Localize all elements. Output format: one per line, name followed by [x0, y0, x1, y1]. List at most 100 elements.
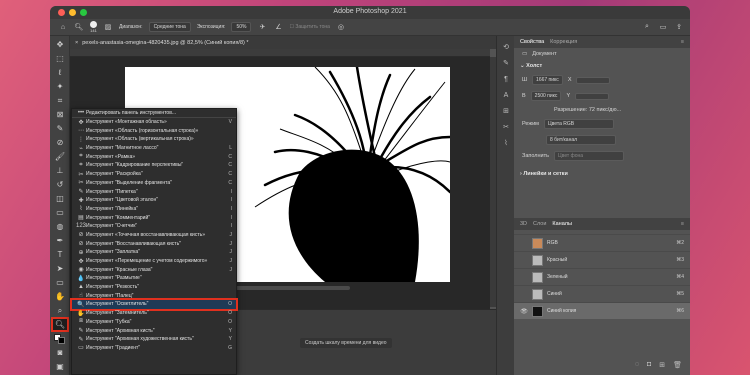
canvas-section[interactable]: ⌄ Холст: [514, 60, 690, 72]
channel-row[interactable]: Зеленый ⌘4: [514, 268, 690, 285]
fill-select[interactable]: Цвет фона: [554, 151, 625, 161]
flyout-menu-item[interactable]: ✋ Инструмент "Затемнитель" O: [72, 309, 236, 318]
dodge-tool-preset-icon[interactable]: 🔍︎: [74, 22, 84, 32]
channel-row[interactable]: 👁︎ Синий копия ⌘6: [514, 302, 690, 319]
flyout-menu-item[interactable]: ⋯ Инструмент «Область (горизонтальная стр…: [72, 126, 236, 135]
healing-tool-icon[interactable]: ⊘: [53, 137, 67, 148]
visibility-eye-icon[interactable]: 👁︎: [520, 308, 528, 315]
mode-select[interactable]: Цвета RGB: [543, 119, 614, 129]
flyout-menu-item[interactable]: ▤ Инструмент "Комментарий" I: [72, 213, 236, 222]
rulers-section[interactable]: › Линейки и сетки: [514, 168, 690, 180]
home-icon[interactable]: ⌂: [58, 22, 68, 32]
flyout-menu-item[interactable]: ✥ Инструмент «Перемещение с учетом содерж…: [72, 257, 236, 266]
height-field[interactable]: 2500 пикс: [530, 91, 562, 101]
exposure-field[interactable]: 50%: [231, 22, 252, 32]
channel-row[interactable]: Синий ⌘5: [514, 285, 690, 302]
flyout-menu-item[interactable]: 123 Инструмент "Счетчик" I: [72, 222, 236, 231]
hand-tool-icon[interactable]: ✋: [53, 291, 67, 302]
tab-layers[interactable]: Слои: [533, 221, 546, 227]
lasso-tool-icon[interactable]: ℓ: [53, 67, 67, 78]
channels-menu-icon[interactable]: ≡: [681, 221, 684, 227]
flyout-menu-item[interactable]: ⋮ Инструмент «Область (вертикальная строк…: [72, 135, 236, 144]
move-tool-icon[interactable]: ✥: [53, 39, 67, 50]
workspace-icon[interactable]: ▭: [658, 22, 668, 32]
horizontal-scrollbar[interactable]: [230, 286, 350, 290]
document-tab[interactable]: pexels-anastasia-omegina-4820435.jpg @ 8…: [82, 40, 248, 46]
close-tab-icon[interactable]: ×: [75, 40, 78, 46]
history-brush-tool-icon[interactable]: ↺: [53, 179, 67, 190]
flyout-menu-item[interactable]: ✥ Инструмент «Монтажная область» V: [72, 118, 236, 127]
tools-panel-icon[interactable]: ✂: [501, 122, 511, 132]
flyout-menu-item[interactable]: ⌗ Инструмент "Кадрирование перспективы" C: [72, 161, 236, 170]
path-select-tool-icon[interactable]: ➤: [53, 263, 67, 274]
flyout-menu-item[interactable]: ⌗ Инструмент «Рамка» C: [72, 152, 236, 161]
new-channel-icon[interactable]: ⊞: [659, 361, 665, 369]
brush-panel-icon[interactable]: ✎: [501, 58, 511, 68]
flyout-menu-item[interactable]: ✎ Инструмент "Архивная кисть" Y: [72, 326, 236, 335]
flyout-menu-item[interactable]: ⊘ Инструмент «Точечная восстанавливающая …: [72, 231, 236, 240]
quick-select-tool-icon[interactable]: ✦: [53, 81, 67, 92]
share-icon[interactable]: ⇪: [674, 22, 684, 32]
zoom-tool-icon[interactable]: ⌕: [53, 305, 67, 316]
channel-row[interactable]: Красный ⌘3: [514, 251, 690, 268]
flyout-menu-item[interactable]: ✂ Инструмент "Раскройка" C: [72, 170, 236, 179]
pen-tool-icon[interactable]: ✒: [53, 235, 67, 246]
flyout-menu-item[interactable]: ⊘ Инструмент "Восстанавливающая кисть" J: [72, 239, 236, 248]
blur-tool-icon[interactable]: ◍: [53, 221, 67, 232]
flyout-menu-item[interactable]: 🔍 Инструмент "Осветлитель" O: [70, 298, 238, 311]
frame-tool-icon[interactable]: ⊠: [53, 109, 67, 120]
eyedropper-tool-icon[interactable]: ✎: [53, 123, 67, 134]
save-selection-icon[interactable]: ◘: [647, 361, 651, 369]
protect-tones-checkbox[interactable]: ☐ Защитить тона: [289, 24, 330, 30]
tab-3d[interactable]: 3D: [520, 221, 527, 227]
search-icon[interactable]: ⌕: [642, 22, 652, 32]
flyout-menu-item[interactable]: ☝ Инструмент "Палец": [72, 291, 236, 300]
paths-panel-icon[interactable]: ⌇: [501, 138, 511, 148]
type-tool-icon[interactable]: T: [53, 249, 67, 260]
airbrush-icon[interactable]: ✈: [257, 22, 267, 32]
width-field[interactable]: 1667 пикс: [532, 75, 563, 85]
channel-row[interactable]: RGB ⌘2: [514, 234, 690, 251]
eraser-tool-icon[interactable]: ◫: [53, 193, 67, 204]
delete-channel-icon[interactable]: 🗑︎: [673, 361, 682, 369]
tab-adjustments[interactable]: Коррекция: [550, 39, 577, 45]
flyout-menu-item[interactable]: ✎ Инструмент "Пипетка" I: [72, 187, 236, 196]
dodge-tool-icon[interactable]: 🔍︎: [51, 317, 69, 332]
color-swatches-icon[interactable]: [53, 333, 67, 344]
flyout-menu-item[interactable]: 💧 Инструмент "Размытие": [72, 274, 236, 283]
load-selection-icon[interactable]: ◌: [635, 361, 639, 369]
flyout-menu-item[interactable]: ▭ Инструмент "Градиент" G: [72, 344, 236, 353]
tab-channels[interactable]: Каналы: [552, 221, 572, 227]
brush-settings-icon[interactable]: ▨: [103, 22, 113, 32]
crop-tool-icon[interactable]: ⌗: [53, 95, 67, 106]
flyout-menu-item[interactable]: ✎ Инструмент "Архивная художественная кис…: [72, 335, 236, 344]
flyout-menu-item[interactable]: ••• Редактировать панель инструментов...: [72, 109, 236, 118]
angle-icon[interactable]: ∠: [273, 22, 283, 32]
depth-select[interactable]: 8 бит/канал: [546, 135, 616, 145]
flyout-menu-item[interactable]: ✚ Инструмент "Цветовой эталон" I: [72, 196, 236, 205]
brush-tool-icon[interactable]: 🖌︎: [53, 151, 67, 162]
y-field[interactable]: [575, 92, 610, 100]
tab-properties[interactable]: Свойства: [520, 39, 544, 45]
flyout-menu-item[interactable]: ⊕ Инструмент "Заплатка" J: [72, 248, 236, 257]
flyout-menu-item[interactable]: ✂ Инструмент "Выделение фрагмента" C: [72, 179, 236, 188]
flyout-menu-item[interactable]: ⧈ Инструмент "Губка" O: [72, 318, 236, 327]
flyout-menu-item[interactable]: ▲ Инструмент "Резкость": [72, 283, 236, 292]
marquee-tool-icon[interactable]: ⬚: [53, 53, 67, 64]
brush-size-picker[interactable]: 141: [90, 21, 97, 33]
history-panel-icon[interactable]: ⟲: [501, 42, 511, 52]
create-timeline-button[interactable]: Создать шкалу времени для видео: [300, 338, 392, 348]
flyout-menu-item[interactable]: ⌇ Инструмент "Линейка" I: [72, 205, 236, 214]
range-select[interactable]: Средние тона: [148, 22, 191, 32]
screen-mode-icon[interactable]: ▣: [53, 361, 67, 372]
x-field[interactable]: [576, 76, 611, 84]
glyphs-panel-icon[interactable]: ⊞: [501, 106, 511, 116]
flyout-menu-item[interactable]: ⌁ Инструмент "Магнитное лассо" L: [72, 144, 236, 153]
gradient-tool-icon[interactable]: ▭: [53, 207, 67, 218]
shape-tool-icon[interactable]: ▭: [53, 277, 67, 288]
pressure-icon[interactable]: ◎: [336, 22, 346, 32]
character-panel-icon[interactable]: A: [501, 90, 511, 100]
panel-menu-icon[interactable]: ≡: [681, 39, 684, 45]
paragraph-panel-icon[interactable]: ¶: [501, 74, 511, 84]
quick-mask-icon[interactable]: ◙: [53, 347, 67, 358]
